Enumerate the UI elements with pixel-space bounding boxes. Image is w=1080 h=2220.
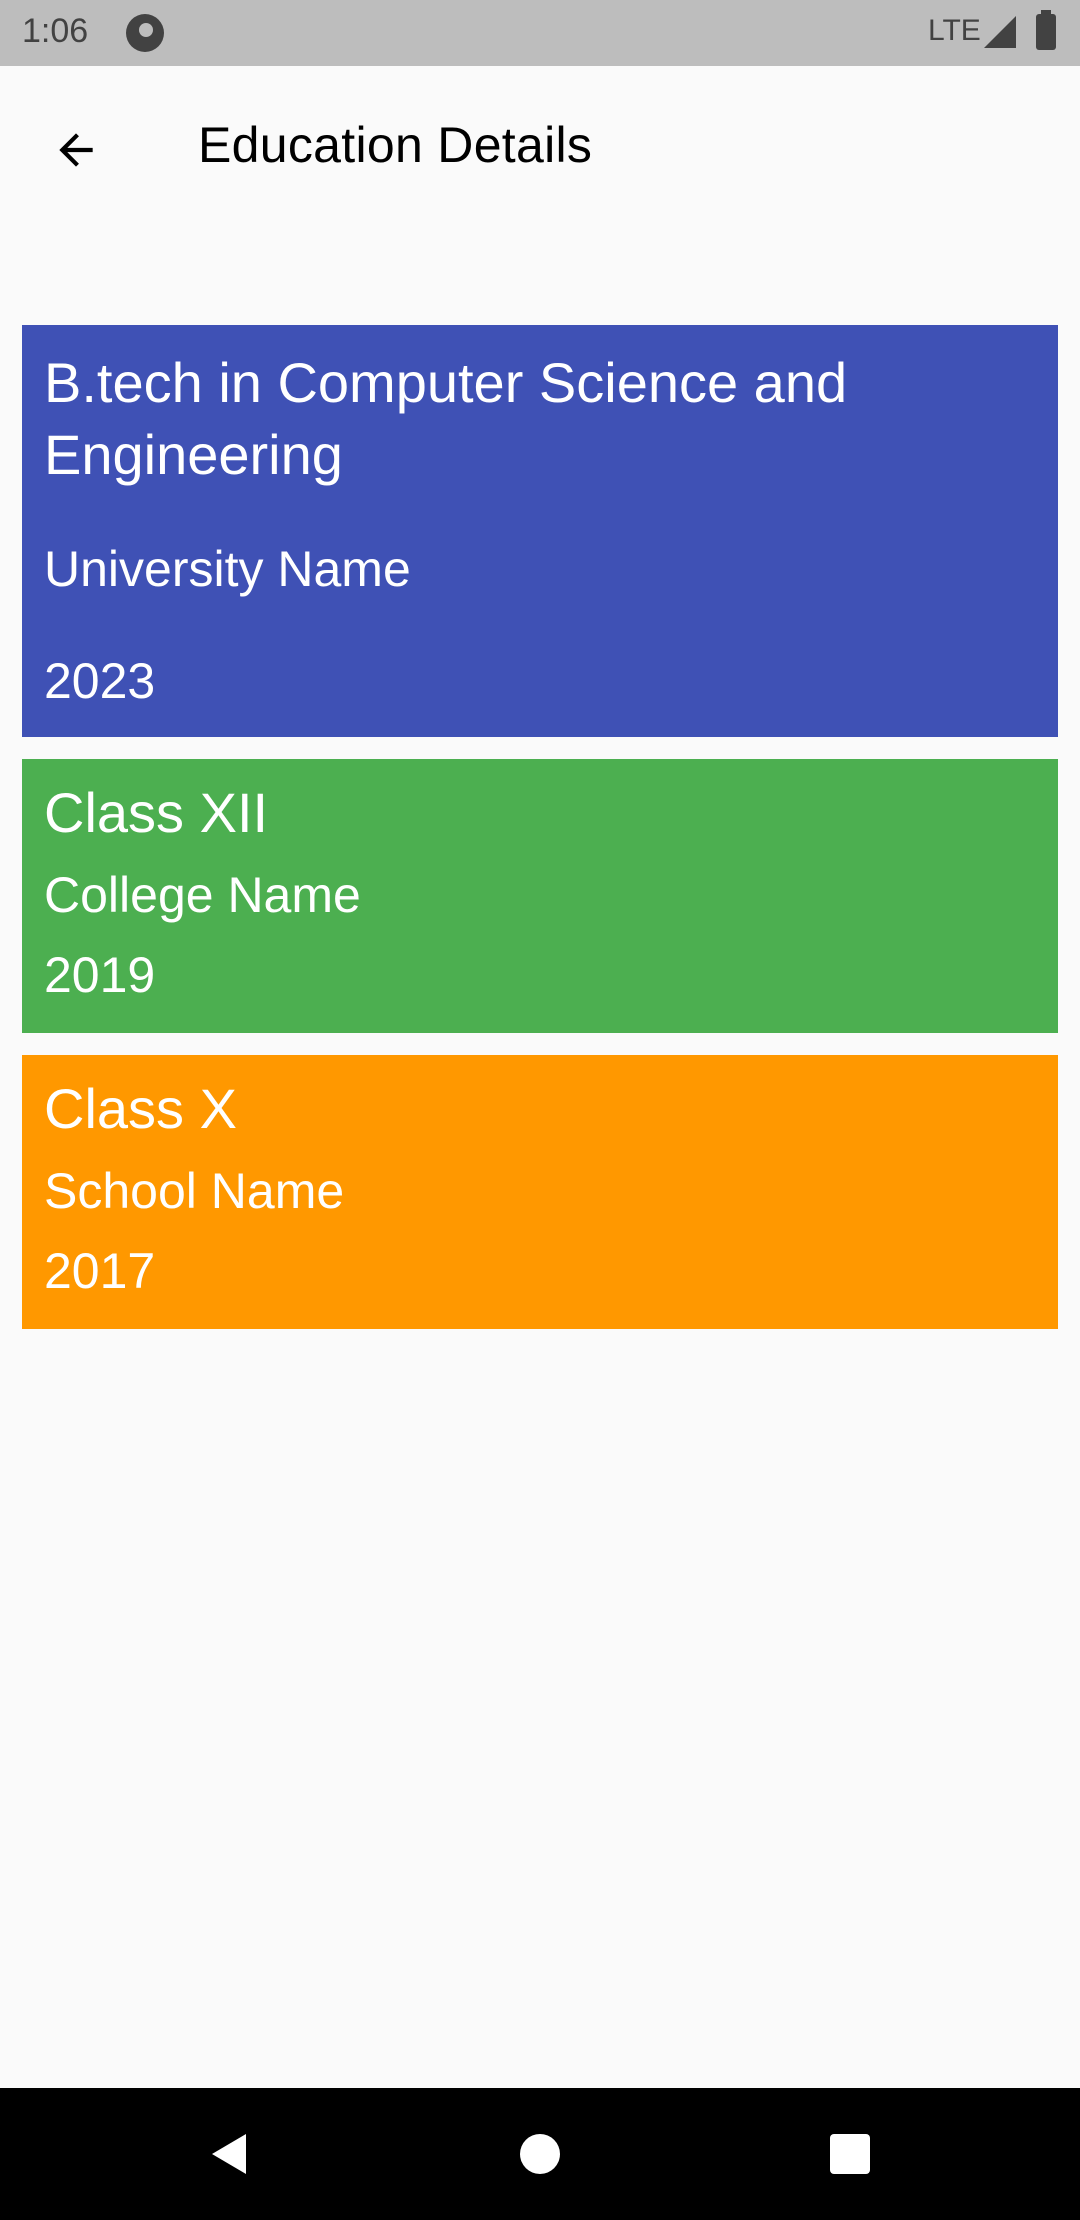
nav-home-icon[interactable] — [520, 2134, 560, 2174]
year-label: 2019 — [44, 947, 156, 1003]
status-time: 1:06 — [22, 12, 89, 50]
education-card[interactable]: Class XII College Name 2019 — [22, 759, 1058, 1033]
battery-icon — [1036, 10, 1056, 50]
year-label: 2017 — [44, 1243, 156, 1299]
arrow-back-icon — [59, 133, 93, 167]
signal-icon — [984, 16, 1016, 48]
degree-title: Class X — [44, 1077, 237, 1140]
institute-name: College Name — [44, 867, 361, 923]
page-title: Education Details — [198, 117, 593, 173]
degree-title: B.tech in Computer Science and Engineeri… — [44, 351, 848, 486]
app-notification-icon — [126, 14, 164, 52]
education-card[interactable]: Class X School Name 2017 — [22, 1055, 1058, 1329]
system-navigation-bar — [0, 2088, 1080, 2220]
institute-name: School Name — [44, 1163, 345, 1219]
institute-name: University Name — [44, 541, 411, 597]
status-bar: 1:06 LTE — [0, 0, 1080, 66]
back-button[interactable] — [38, 112, 114, 188]
education-card[interactable]: B.tech in Computer Science and Engineeri… — [22, 325, 1058, 737]
education-list: B.tech in Computer Science and Engineeri… — [22, 325, 1058, 1351]
nav-back-icon[interactable] — [206, 2130, 254, 2178]
app-bar: Education Details — [0, 66, 1080, 226]
degree-title: Class XII — [44, 781, 269, 844]
network-type-label: LTE — [928, 14, 981, 47]
nav-recents-icon[interactable] — [830, 2134, 870, 2174]
year-label: 2023 — [44, 653, 156, 709]
